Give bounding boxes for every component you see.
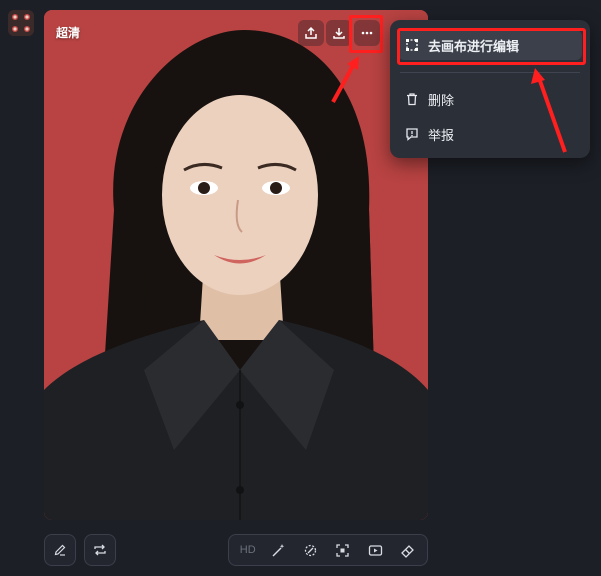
eraser-button[interactable]: [395, 537, 420, 563]
more-menu: 去画布进行编辑 删除 举报: [390, 20, 590, 158]
avatar[interactable]: [8, 10, 34, 36]
menu-item-label: 举报: [428, 128, 455, 144]
menu-divider: [400, 72, 580, 73]
video-button[interactable]: [362, 537, 387, 563]
erase-button[interactable]: [298, 537, 323, 563]
edit-button[interactable]: [44, 534, 76, 566]
download-icon: [333, 28, 345, 39]
quality-badge: 超清: [56, 26, 81, 40]
share-button[interactable]: [298, 20, 324, 46]
hd-upscale-button[interactable]: HD: [237, 537, 258, 563]
magic-wand-icon: [272, 543, 284, 556]
more-icon: [361, 31, 373, 35]
image-toolbar: HD: [228, 534, 428, 566]
canvas-edit-icon: [404, 37, 420, 53]
download-button[interactable]: [326, 20, 352, 46]
magic-wand-button[interactable]: [265, 537, 290, 563]
menu-item-report[interactable]: 举报: [398, 119, 582, 149]
bottom-left-actions: [44, 534, 124, 566]
menu-item-label: 去画布进行编辑: [428, 39, 520, 55]
menu-item-edit-on-canvas[interactable]: 去画布进行编辑: [398, 30, 582, 60]
menu-item-delete[interactable]: 删除: [398, 84, 582, 114]
edit-icon: [54, 544, 66, 556]
image-top-actions: [298, 18, 384, 48]
report-icon: [404, 126, 420, 142]
portrait-photo: [44, 10, 428, 520]
eraser-icon: [400, 544, 414, 558]
video-icon: [368, 544, 382, 556]
regenerate-button[interactable]: [84, 534, 116, 566]
crop-button[interactable]: [330, 537, 355, 563]
more-button[interactable]: [354, 20, 380, 46]
menu-item-label: 删除: [428, 93, 455, 109]
share-icon: [305, 26, 317, 39]
regenerate-icon: [94, 544, 106, 556]
trash-icon: [404, 91, 420, 107]
avatar-image: [8, 10, 34, 36]
crop-icon: [336, 543, 349, 557]
generated-image-card[interactable]: 超清: [44, 10, 428, 520]
erase-icon: [304, 544, 317, 556]
